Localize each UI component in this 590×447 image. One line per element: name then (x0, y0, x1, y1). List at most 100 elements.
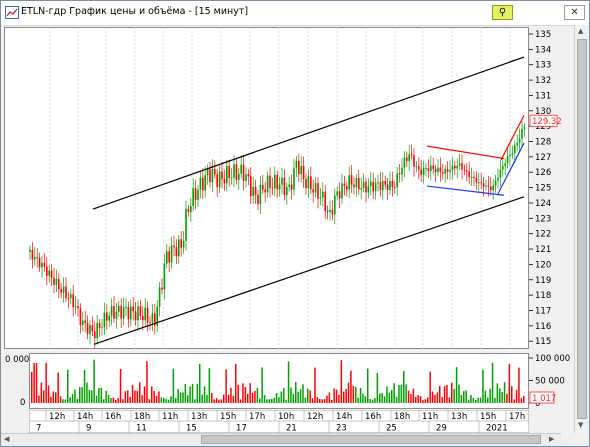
price-candle-body (190, 205, 192, 212)
volume-bar (470, 395, 472, 403)
price-candle-body (394, 186, 396, 188)
day-label: 21 (286, 424, 297, 434)
blue-breakout-line (497, 142, 525, 195)
price-tick-label: 126 (535, 168, 551, 178)
volume-bar (119, 369, 122, 403)
volume-bar (307, 388, 309, 403)
volume-bar (50, 396, 52, 403)
price-candle-body (29, 249, 31, 253)
volume-bar (448, 397, 451, 403)
price-candle-body (485, 185, 487, 187)
scroll-up-icon[interactable]: ▲ (578, 27, 583, 35)
volume-bar (494, 397, 496, 403)
volume-bar (247, 393, 249, 403)
price-candle-body (461, 163, 463, 170)
volume-bar (417, 395, 419, 403)
pin-button[interactable]: ⚲ (492, 5, 513, 20)
horizontal-scroll-thumb[interactable] (201, 435, 541, 444)
price-candle-body (72, 294, 74, 308)
price-candle-body (391, 181, 394, 187)
volume-bar (431, 391, 434, 403)
price-candle-body (173, 245, 175, 248)
volume-bar (148, 399, 151, 403)
price-candle-body (473, 176, 475, 179)
volume-bar (71, 394, 74, 403)
volume-bar (280, 391, 283, 403)
title-bar[interactable]: ETLN-гдр График цены и объёма - [15 мину… (1, 1, 589, 26)
horizontal-scrollbar[interactable]: ◀ ▶ (1, 433, 561, 446)
price-candle-body (523, 126, 526, 129)
volume-bar (439, 385, 441, 403)
price-candle-body (389, 181, 391, 190)
volume-bar (328, 392, 331, 403)
price-candle-body (502, 165, 504, 170)
volume-bar (105, 390, 107, 403)
scroll-down-icon[interactable]: ▼ (578, 421, 583, 429)
volume-bar (98, 388, 100, 403)
price-tick-label: 127 (535, 153, 551, 163)
scroll-left-icon[interactable]: ◀ (4, 435, 9, 443)
volume-bar (146, 361, 148, 403)
volume-bar (64, 399, 67, 403)
price-candle-body (446, 169, 449, 172)
hour-label: 15h (480, 412, 496, 422)
price-candle-body (144, 307, 146, 321)
price-tick-label: 134 (535, 45, 551, 55)
price-candle-body (89, 325, 91, 335)
price-candle-body (346, 186, 348, 190)
hour-label: 12h (49, 412, 65, 422)
day-label: 29 (436, 424, 447, 434)
day-label: 9 (86, 424, 91, 434)
volume-bar (143, 386, 146, 403)
volume-bar (213, 399, 215, 403)
price-candle-body (274, 174, 276, 188)
volume-chart[interactable] (29, 353, 529, 409)
hour-label: 17h (249, 412, 265, 422)
price-candle-body (343, 183, 346, 187)
volume-bar (472, 397, 475, 403)
price-candle-body (415, 166, 418, 168)
scroll-right-icon[interactable]: ▶ (549, 435, 554, 443)
volume-bar (129, 396, 131, 403)
price-candle-body (91, 325, 94, 332)
price-candle-body (518, 138, 521, 143)
price-candle-body (367, 186, 370, 193)
lower-channel-line (93, 196, 525, 345)
volume-bar (263, 395, 266, 403)
price-candle-body (262, 184, 264, 190)
volume-bar (67, 369, 69, 403)
price-candle-body (96, 322, 98, 339)
price-candle-body (466, 170, 468, 172)
price-candle-body (322, 191, 324, 198)
hour-label: 18h (134, 412, 150, 422)
price-tick-label: 119 (535, 276, 551, 286)
price-candle-body (170, 245, 173, 263)
volume-bar (302, 384, 304, 403)
vertical-scroll-thumb[interactable] (577, 39, 587, 419)
volume-bar (122, 399, 124, 403)
price-chart[interactable] (4, 27, 529, 349)
price-candle-body (264, 189, 266, 193)
price-candle-body (269, 175, 271, 188)
volume-bar (446, 385, 448, 403)
price-candle-body (79, 308, 82, 325)
hour-label: 11h (162, 412, 178, 422)
volume-bar (62, 399, 64, 403)
volume-bar (458, 384, 460, 403)
price-candle-body (101, 327, 103, 329)
price-candle-body (142, 315, 144, 321)
volume-bar (398, 385, 400, 403)
volume-bar (410, 393, 412, 403)
close-button[interactable]: ✕ (564, 5, 585, 20)
volume-bar (86, 382, 88, 403)
volume-bar (299, 389, 302, 403)
price-tick-label: 115 (535, 337, 551, 347)
volume-bar (59, 396, 62, 403)
price-candle-body (50, 270, 53, 278)
day-label: 7 (36, 424, 41, 434)
volume-bar (412, 388, 415, 403)
price-candle-body (329, 209, 331, 212)
price-candle-body (178, 239, 180, 257)
vertical-scrollbar[interactable]: ▲ ▼ (574, 25, 589, 433)
price-candle-body (202, 177, 204, 191)
